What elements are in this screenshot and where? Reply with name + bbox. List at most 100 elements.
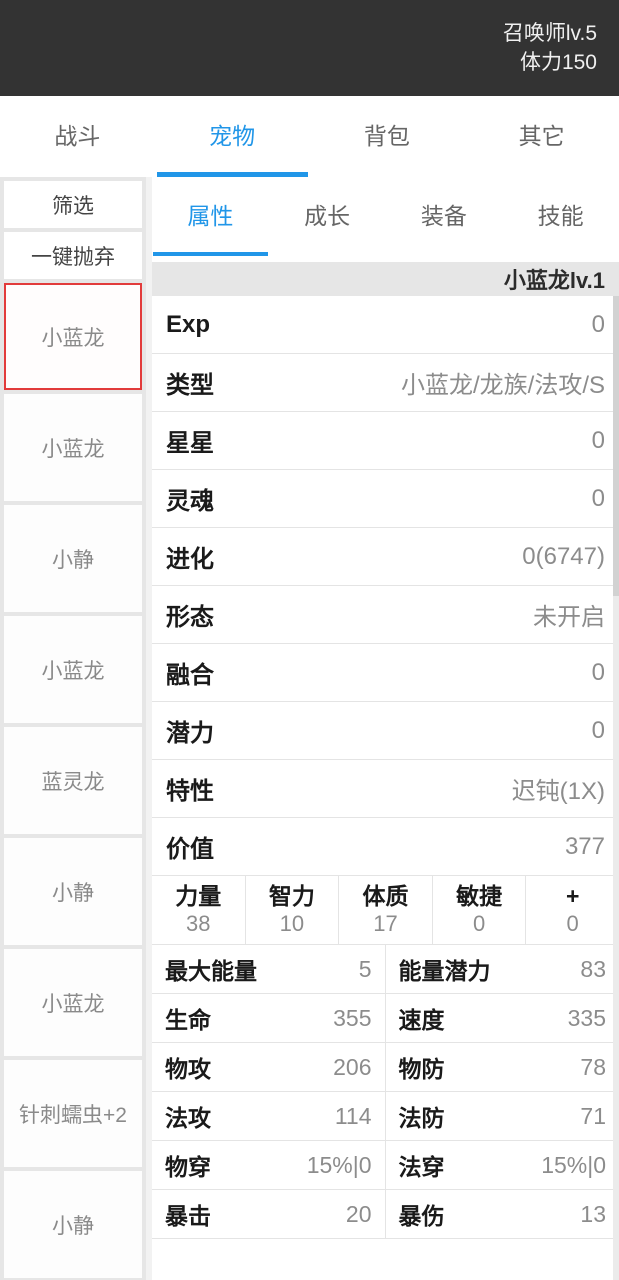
plus-icon: +: [565, 883, 580, 909]
stat-cell-magic-attack: 法攻 114: [152, 1092, 386, 1140]
summoner-level: 召唤师lv.5: [502, 22, 597, 45]
pet-list-item[interactable]: 小静: [4, 505, 142, 612]
attribute-row-soul: 灵魂 0: [152, 470, 619, 528]
filter-button-label: 筛选: [52, 194, 94, 218]
attribute-value: 377: [564, 832, 605, 860]
pet-list-item-label: 小蓝龙: [41, 992, 105, 1016]
attribute-cell-agility[interactable]: 敏捷 0: [433, 876, 527, 944]
stat-value: 5: [358, 955, 372, 982]
stat-value: 20: [345, 1200, 372, 1227]
tab-battle-label: 战斗: [54, 122, 101, 149]
pet-list-item[interactable]: 小静: [4, 838, 142, 945]
stat-cell-max-energy: 最大能量 5: [152, 945, 386, 993]
attribute-value: 迟钝(1X): [511, 778, 605, 805]
pet-list-item[interactable]: 小蓝龙: [4, 283, 142, 390]
attribute-value: 0: [591, 310, 605, 338]
stat-label: 法穿: [398, 1154, 445, 1180]
pet-list-item-label: 小静: [52, 881, 94, 905]
tab-bag[interactable]: 背包: [310, 96, 465, 177]
subtab-attributes-label: 属性: [187, 202, 234, 229]
stat-label: 速度: [398, 1007, 445, 1033]
attribute-cell-free-points[interactable]: + 0: [526, 876, 619, 944]
stat-row: 法攻 114 法防 71: [152, 1092, 619, 1141]
attribute-row-value: 价值 377: [152, 818, 619, 876]
status-bar: 召唤师lv.5 体力150: [0, 0, 619, 96]
attribute-row-exp: Exp 0: [152, 296, 619, 354]
stat-value: 78: [580, 1053, 606, 1080]
pet-list-item-label: 小蓝龙: [41, 437, 105, 461]
attribute-value: 0: [591, 426, 605, 454]
stat-row: 暴击 20 暴伤 13: [152, 1190, 619, 1239]
stat-cell-physical-attack: 物攻 206: [152, 1043, 386, 1091]
attribute-label: 进化: [166, 546, 214, 573]
stat-cell-crit-damage: 暴伤 13: [386, 1190, 619, 1238]
pet-list-item[interactable]: 小静: [4, 1171, 142, 1278]
stat-value: 13: [580, 1200, 606, 1227]
attribute-cell-name: 敏捷: [456, 883, 503, 909]
subtab-attributes[interactable]: 属性: [152, 177, 269, 262]
pet-list-item[interactable]: 蓝灵龙: [4, 727, 142, 834]
pet-list-item[interactable]: 小蓝龙: [4, 949, 142, 1056]
stat-cell-magic-defense: 法防 71: [386, 1092, 619, 1140]
user-info: 召唤师lv.5 体力150: [503, 19, 597, 77]
attribute-cell-strength[interactable]: 力量 38: [152, 876, 246, 944]
filter-button[interactable]: 筛选: [4, 181, 142, 228]
attribute-cell-constitution[interactable]: 体质 17: [339, 876, 433, 944]
tab-pets-label: 宠物: [209, 122, 256, 149]
attribute-cell-intelligence[interactable]: 智力 10: [246, 876, 340, 944]
attribute-label: 形态: [166, 604, 214, 631]
vertical-scrollbar[interactable]: [613, 296, 619, 1280]
stat-cell-hp: 生命 355: [152, 994, 386, 1042]
stat-label: 法攻: [165, 1105, 211, 1131]
pet-sidebar[interactable]: 筛选 一键抛弃 小蓝龙 小蓝龙 小静 小蓝龙 蓝灵龙 小静 小蓝龙 针刺蠕虫+2…: [0, 177, 146, 1280]
attribute-value: 0: [591, 658, 605, 686]
tab-bag-label: 背包: [363, 122, 410, 149]
attribute-cell-name: 力量: [175, 883, 222, 909]
pet-list-item-label: 小蓝龙: [41, 659, 105, 683]
tab-battle[interactable]: 战斗: [0, 96, 155, 177]
attribute-value: 0: [591, 484, 605, 512]
stat-value: 15%|0: [541, 1151, 606, 1178]
stat-value: 206: [333, 1053, 372, 1080]
pet-list-item-label: 蓝灵龙: [41, 770, 105, 794]
attribute-row-trait: 特性 迟钝(1X): [152, 760, 619, 818]
stat-cell-physical-penetration: 物穿 15%|0: [152, 1141, 386, 1189]
pet-list-item-label: 小静: [52, 548, 94, 572]
attribute-value: 0(6747): [522, 542, 605, 570]
pet-name-level-header: 小蓝龙lv.1: [152, 262, 619, 296]
stat-value: 114: [334, 1102, 372, 1129]
attribute-cell-value: 38: [186, 911, 211, 936]
discard-all-button[interactable]: 一键抛弃: [4, 232, 142, 279]
stat-label: 物穿: [165, 1154, 211, 1180]
attribute-label: Exp: [166, 310, 211, 338]
stamina-value: 体力150: [519, 51, 597, 74]
stat-row: 生命 355 速度 335: [152, 994, 619, 1043]
subtab-equipment[interactable]: 装备: [386, 177, 503, 262]
pet-detail-panel: 属性 成长 装备 技能 小蓝龙lv.1 Exp 0 类型 小蓝龙/龙族/法攻/S…: [152, 177, 619, 1280]
pet-list-item[interactable]: 小蓝龙: [4, 616, 142, 723]
stat-value: 335: [567, 1004, 606, 1031]
stat-label: 法防: [398, 1105, 445, 1131]
pet-list-item[interactable]: 小蓝龙: [4, 394, 142, 501]
pet-attribute-list: Exp 0 类型 小蓝龙/龙族/法攻/S 星星 0 灵魂 0 进化 0(6747…: [152, 296, 619, 1280]
stat-value: 83: [580, 955, 606, 982]
attribute-value: 小蓝龙/龙族/法攻/S: [400, 372, 605, 399]
core-attribute-grid: 力量 38 智力 10 体质 17 敏捷 0 + 0: [152, 876, 619, 945]
stat-label: 生命: [165, 1007, 211, 1033]
subtab-skills-label: 技能: [537, 202, 584, 229]
tab-other[interactable]: 其它: [464, 96, 619, 177]
pet-list-item[interactable]: 针刺蠕虫+2: [4, 1060, 142, 1167]
attribute-cell-value: 10: [279, 911, 305, 936]
attribute-label: 潜力: [166, 720, 214, 747]
scrollbar-thumb[interactable]: [613, 296, 619, 596]
subtab-equipment-label: 装备: [420, 202, 467, 229]
stat-cell-magic-penetration: 法穿 15%|0: [386, 1141, 619, 1189]
stat-label: 暴击: [165, 1203, 211, 1229]
tab-pets[interactable]: 宠物: [155, 96, 310, 177]
attribute-row-fusion: 融合 0: [152, 644, 619, 702]
attribute-cell-value: 17: [373, 911, 398, 936]
subtab-skills[interactable]: 技能: [502, 177, 619, 262]
stat-label: 能量潜力: [398, 958, 491, 984]
body-area: 筛选 一键抛弃 小蓝龙 小蓝龙 小静 小蓝龙 蓝灵龙 小静 小蓝龙 针刺蠕虫+2…: [0, 177, 619, 1280]
subtab-growth[interactable]: 成长: [269, 177, 386, 262]
